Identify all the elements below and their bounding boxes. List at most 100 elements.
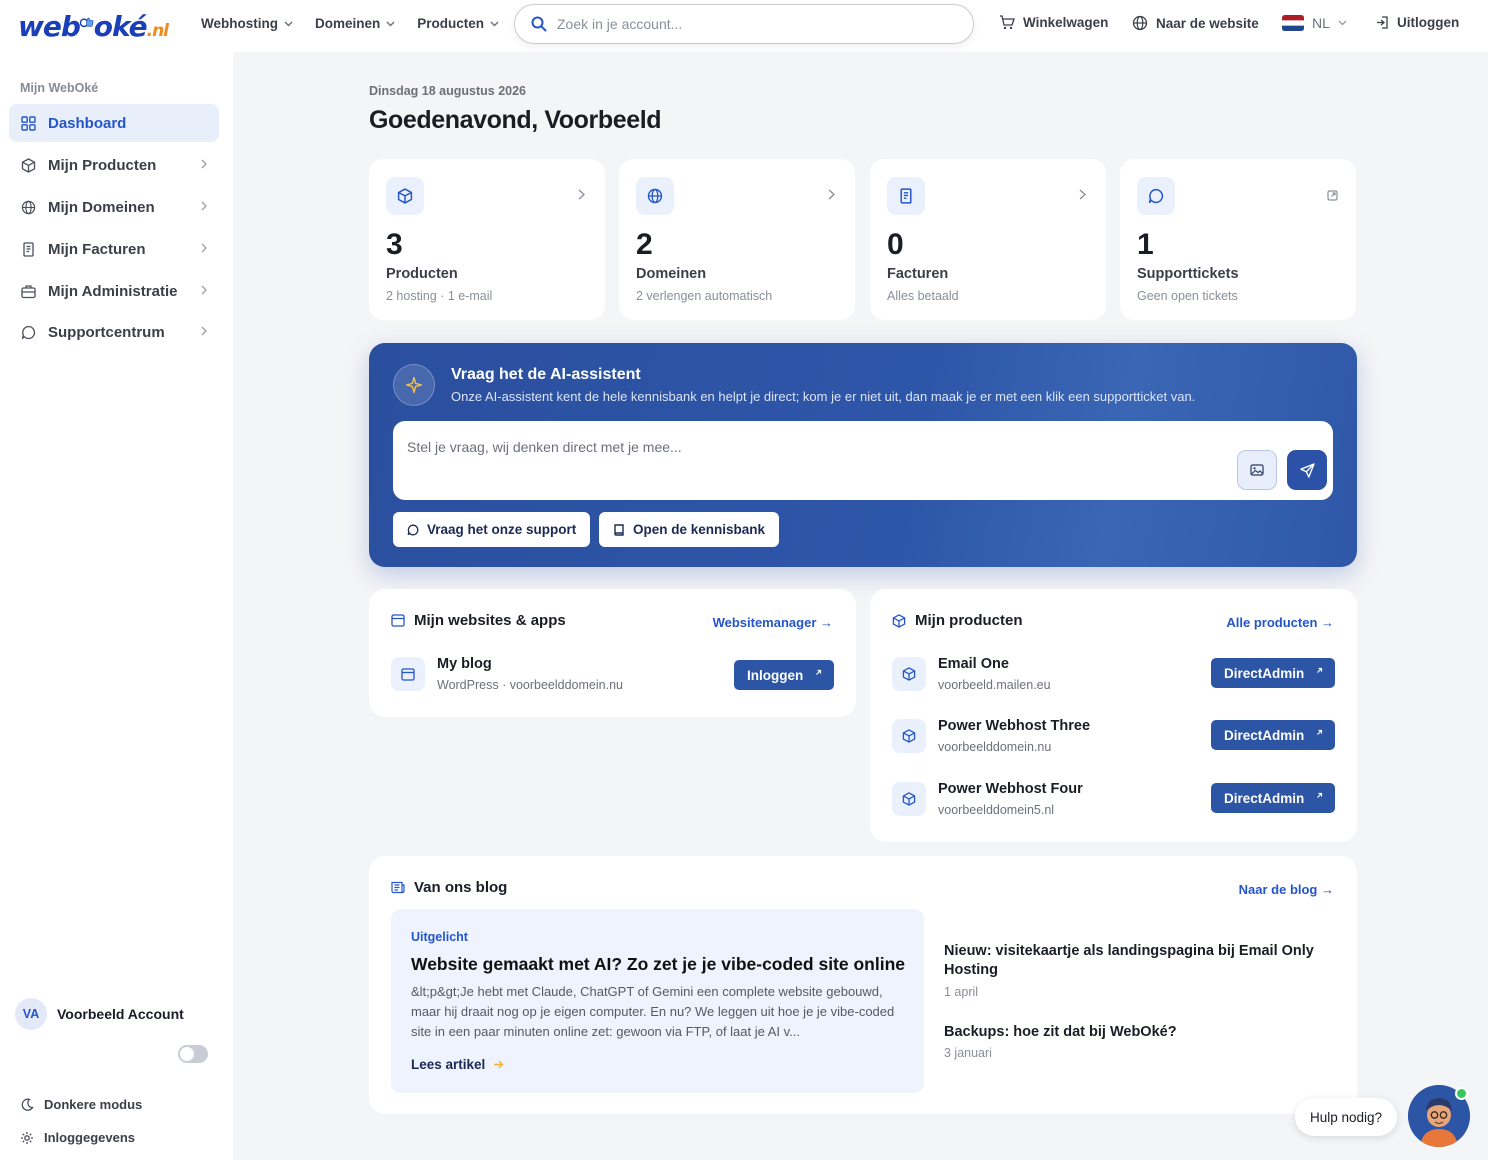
website-login-button[interactable]: Inloggen (734, 660, 834, 690)
page-title: Goedenavond, Voorbeeld (369, 106, 662, 134)
sidebar-item-domeinen[interactable]: Mijn Domeinen (9, 188, 219, 226)
netherlands-flag-icon (1282, 15, 1304, 31)
websites-heading: Mijn websites & apps (391, 612, 566, 629)
sidebar-item-label: Mijn Producten (48, 156, 157, 174)
open-knowledgebase-button[interactable]: Open de kennisbank (599, 512, 780, 547)
stat-card-supporttickets[interactable]: 1 Supporttickets Geen open tickets (1120, 159, 1356, 320)
logout-link[interactable]: Uitloggen (1376, 15, 1459, 30)
sidebar-item-label: Dashboard (48, 114, 127, 132)
nav-domeinen[interactable]: Domeinen (315, 16, 395, 31)
chevron-right-icon (201, 326, 207, 336)
cube-icon (21, 157, 36, 173)
language-select[interactable]: NL (1282, 15, 1347, 31)
globe-icon (21, 200, 36, 214)
featured-title[interactable]: Website gemaakt met AI? Zo zet je je vib… (411, 954, 905, 975)
directadmin-button[interactable]: DirectAdmin (1211, 720, 1335, 750)
sidebar: Mijn WebOké Dashboard Mijn Producten Mij… (0, 52, 233, 1160)
avatar: VA (15, 998, 47, 1030)
sidebar-item-dashboard[interactable]: Dashboard (9, 104, 219, 142)
chevron-down-icon (490, 21, 499, 26)
stat-label: Producten (386, 266, 458, 282)
send-button[interactable] (1287, 450, 1327, 490)
product-detail: voorbeelddomein5.nl (938, 803, 1055, 817)
directadmin-button[interactable]: DirectAdmin (1211, 783, 1335, 813)
websitemanager-link[interactable]: Websitemanager → (713, 615, 833, 630)
chevron-right-icon (828, 189, 835, 200)
sidebar-item-administratie[interactable]: Mijn Administratie (9, 272, 219, 310)
sidebar-item-support[interactable]: Supportcentrum (9, 313, 219, 351)
online-status-dot (1455, 1087, 1468, 1100)
ask-support-button[interactable]: Vraag het onze support (393, 512, 591, 547)
chevron-right-icon (201, 285, 207, 295)
cube-icon (892, 657, 926, 691)
sidebar-item-label: Mijn Facturen (48, 240, 146, 258)
to-blog-link[interactable]: Naar de blog → (1239, 882, 1334, 897)
browser-icon (391, 657, 425, 691)
blog-post-title[interactable]: Nieuw: visitekaartje als landingspagina … (944, 942, 1334, 980)
cart-link[interactable]: Winkelwagen (999, 15, 1108, 30)
external-link-icon (1327, 190, 1338, 201)
cube-icon (892, 719, 926, 753)
login-details-link[interactable]: Inloggegevens (20, 1130, 135, 1145)
blog-post-title[interactable]: Backups: hoe zit dat bij WebOké? (944, 1023, 1334, 1042)
directadmin-button[interactable]: DirectAdmin (1211, 658, 1335, 688)
stat-card-producten[interactable]: 3 Producten 2 hosting · 1 e-mail (369, 159, 605, 320)
weboke-logo[interactable]: web oké .nl (18, 8, 169, 43)
blog-heading: Van ons blog (391, 879, 507, 896)
product-name: Power Webhost Four (938, 781, 1083, 797)
grid-icon (21, 115, 36, 131)
ai-title: Vraag het de AI-assistent (451, 366, 641, 383)
arrow-up-right-icon (1317, 667, 1323, 673)
cube-icon (892, 782, 926, 816)
stat-card-facturen[interactable]: 0 Facturen Alles betaald (870, 159, 1106, 320)
product-detail: voorbeelddomein.nu (938, 740, 1052, 754)
sparkle-icon (393, 364, 435, 406)
upload-image-button[interactable] (1237, 450, 1277, 490)
account-name: Voorbeeld Account (57, 1006, 184, 1022)
blog-post-date: 3 januari (944, 1046, 992, 1060)
help-bubble[interactable]: Hulp nodig? (1295, 1098, 1397, 1136)
stat-sub: Geen open tickets (1137, 289, 1238, 303)
top-bar: web oké .nl Webhosting Domeinen Producten… (0, 0, 1488, 52)
blog-post-date: 1 april (944, 985, 979, 999)
website-detail: WordPress · voorbeelddomein.nu (437, 678, 623, 692)
sidebar-item-producten[interactable]: Mijn Producten (9, 146, 219, 184)
ai-input-box (393, 421, 1333, 500)
chat-icon (1137, 177, 1175, 215)
account-menu[interactable]: VA Voorbeeld Account (15, 998, 184, 1030)
ai-assistant-panel: Vraag het de AI-assistent Onze AI-assist… (369, 343, 1357, 567)
settings-icon (21, 1131, 33, 1144)
sidebar-item-label: Mijn Administratie (48, 282, 178, 300)
current-date: Dinsdag 18 augustus 2026 (369, 84, 527, 98)
arrow-right-icon (494, 1060, 504, 1069)
nav-webhosting[interactable]: Webhosting (201, 16, 293, 31)
browser-icon (391, 614, 405, 627)
website-name: My blog (437, 656, 492, 672)
stat-label: Facturen (887, 266, 949, 282)
search-bar (514, 4, 974, 44)
website-link[interactable]: Naar de website (1132, 15, 1259, 31)
chevron-down-icon (1338, 20, 1347, 26)
dark-mode-toggle[interactable] (178, 1045, 208, 1063)
nav-producten[interactable]: Producten (417, 16, 499, 31)
sidebar-item-facturen[interactable]: Mijn Facturen (9, 230, 219, 268)
chevron-right-icon (201, 243, 207, 253)
blog-card: Van ons blog Naar de blog → Uitgelicht W… (369, 856, 1357, 1114)
stat-label: Domeinen (636, 266, 707, 282)
all-products-link[interactable]: Alle producten → (1226, 615, 1334, 630)
main-nav: Webhosting Domeinen Producten (201, 16, 499, 31)
chevron-right-icon (201, 159, 207, 169)
cube-icon (386, 177, 424, 215)
stat-value: 1 (1137, 228, 1154, 261)
read-article-link[interactable]: Lees artikel (411, 1057, 504, 1072)
search-input[interactable] (557, 16, 937, 32)
moon-icon (21, 1098, 34, 1111)
product-name: Power Webhost Three (938, 718, 1091, 734)
stat-card-domeinen[interactable]: 2 Domeinen 2 verlengen automatisch (619, 159, 855, 320)
product-name: Email One (938, 656, 1009, 672)
chevron-right-icon (1079, 189, 1086, 200)
sidebar-heading: Mijn WebOké (20, 81, 99, 95)
ai-question-input[interactable] (407, 439, 1227, 479)
search-icon (531, 16, 547, 32)
products-card: Mijn producten Alle producten → Email On… (870, 589, 1357, 842)
